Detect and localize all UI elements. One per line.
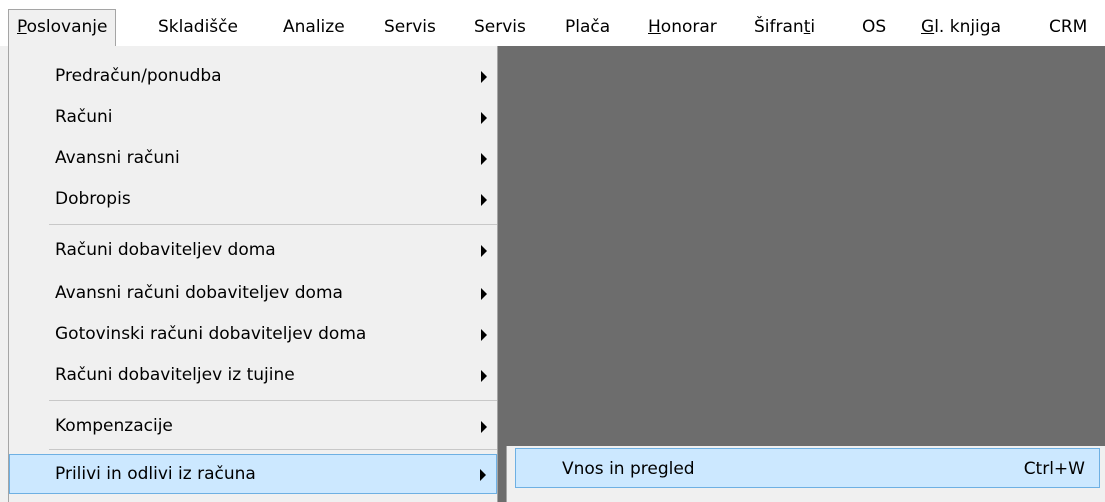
submenu-arrow-icon [481, 71, 487, 83]
menu-item-avansni-racuni-dobaviteljev-doma[interactable]: Avansni računi dobaviteljev doma [9, 273, 497, 313]
submenu-arrow-icon [481, 329, 487, 341]
menubar-item-os[interactable]: OS [862, 12, 886, 42]
menu-item-label: Prilivi in odlivi iz računa [55, 464, 256, 484]
prilivi-submenu: Vnos in pregled Ctrl+W [506, 446, 1105, 502]
menu-separator [49, 400, 497, 401]
menubar-label: Analize [283, 17, 345, 37]
menubar-label-post: oslovanje [26, 17, 108, 37]
menu-bar: Poslovanje Skladišče Analize Servis Serv… [0, 0, 1105, 47]
menubar-label: OS [862, 17, 887, 37]
menu-item-label: Računi dobaviteljev doma [55, 240, 276, 260]
submenu-arrow-icon [481, 194, 487, 206]
menubar-label: Servis [474, 17, 526, 37]
menu-item-label: Računi dobaviteljev iz tujine [55, 365, 295, 385]
submenu-arrow-icon [481, 112, 487, 124]
menu-item-prilivi-in-odlivi[interactable]: Prilivi in odlivi iz računa [9, 454, 497, 494]
menu-item-label: Avansni računi [55, 148, 180, 168]
menu-item-label: Avansni računi dobaviteljev doma [55, 283, 343, 303]
left-strip [0, 46, 8, 502]
menu-item-label: Računi [55, 107, 113, 127]
menubar-label: Plača [565, 17, 611, 37]
menu-separator [49, 224, 497, 225]
submenu-item-label: Vnos in pregled [562, 459, 695, 479]
menubar-label-post: l. knjiga [934, 17, 1001, 37]
menubar-label-mnemonic: H [648, 17, 661, 37]
menu-item-label: Gotovinski računi dobaviteljev doma [55, 324, 367, 344]
menubar-item-honorar[interactable]: Honorar [648, 12, 717, 42]
menubar-item-gl-knjiga[interactable]: Gl. knjiga [921, 12, 1001, 42]
menubar-item-servis-1[interactable]: Servis [384, 12, 436, 42]
menubar-label-mnemonic: G [921, 17, 935, 37]
menu-item-predracun-ponudba[interactable]: Predračun/ponudba [9, 56, 497, 96]
menu-item-gotovinski-racuni-dobaviteljev-doma[interactable]: Gotovinski računi dobaviteljev doma [9, 314, 497, 354]
menubar-label-post: i [810, 17, 816, 37]
menubar-item-poslovanje[interactable]: Poslovanje [8, 9, 117, 47]
submenu-arrow-icon [481, 421, 487, 433]
menu-separator [49, 449, 497, 450]
menubar-label: CRM [1049, 17, 1088, 37]
menu-item-racuni-dobaviteljev-iz-tujine[interactable]: Računi dobaviteljev iz tujine [9, 355, 497, 395]
menubar-item-skladisce[interactable]: Skladišče [158, 12, 238, 42]
menubar-item-sifranti[interactable]: Šifranti [754, 12, 815, 42]
submenu-arrow-icon [481, 288, 487, 300]
menu-item-racuni-dobaviteljev-doma[interactable]: Računi dobaviteljev doma [9, 230, 497, 270]
menu-item-label: Dobropis [55, 189, 131, 209]
menubar-label-pre: Šifran [754, 17, 804, 37]
submenu-item-vnos-in-pregled[interactable]: Vnos in pregled Ctrl+W [515, 448, 1100, 488]
menu-item-racuni[interactable]: Računi [9, 97, 497, 137]
menubar-label: Servis [384, 17, 436, 37]
menu-item-kompenzacije[interactable]: Kompenzacije [9, 406, 497, 446]
menubar-item-servis-2[interactable]: Servis [474, 12, 526, 42]
menubar-item-analize[interactable]: Analize [283, 12, 345, 42]
menu-item-label: Kompenzacije [55, 416, 173, 436]
menubar-label-mnemonic: P [17, 17, 27, 37]
menu-item-dobropis[interactable]: Dobropis [9, 179, 497, 219]
submenu-arrow-icon [481, 370, 487, 382]
poslovanje-dropdown-menu: Predračun/ponudba Računi Avansni računi … [8, 46, 498, 502]
submenu-arrow-icon [481, 245, 487, 257]
menubar-label: Skladišče [158, 17, 238, 37]
submenu-arrow-icon [480, 469, 486, 481]
menu-item-label: Predračun/ponudba [55, 66, 222, 86]
keyboard-shortcut: Ctrl+W [1023, 459, 1085, 479]
menubar-item-placa[interactable]: Plača [565, 12, 610, 42]
menubar-item-crm[interactable]: CRM [1049, 12, 1087, 42]
submenu-arrow-icon [481, 153, 487, 165]
menu-item-avansni-racuni[interactable]: Avansni računi [9, 138, 497, 178]
menubar-label-post: onorar [660, 17, 717, 37]
